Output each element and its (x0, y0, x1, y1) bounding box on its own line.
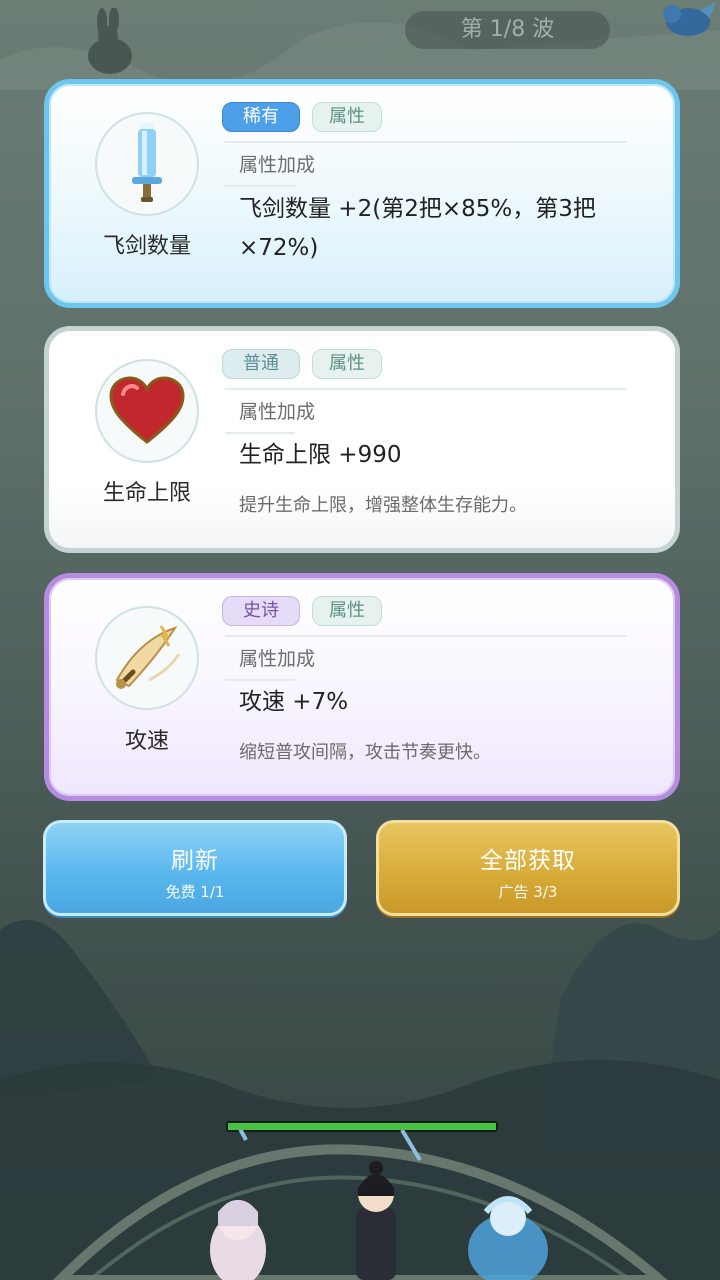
card-icon-frame (95, 112, 199, 216)
upgrade-card-flying-sword[interactable]: 飞剑数量 稀有 属性 属性加成 飞剑数量 +2(第2把×85%，第3把 ×72%… (44, 79, 680, 308)
divider (225, 635, 627, 637)
divider (225, 679, 295, 681)
card-name: 飞剑数量 (102, 234, 191, 259)
type-badge: 属性 (312, 102, 382, 132)
divider (225, 432, 295, 434)
upgrade-card-attack-speed[interactable]: 攻速 史诗 属性 属性加成 攻速 +7% 缩短普攻间隔，攻击节奏更快。 (44, 573, 680, 801)
card-description: 缩短普攻间隔，攻击节奏更快。 (239, 742, 491, 763)
divider (225, 185, 295, 187)
refresh-button-label: 刷新 (171, 848, 219, 874)
card-effect-line-1: 飞剑数量 +2(第2把×85%，第3把 (239, 196, 596, 222)
card-icon-frame (95, 359, 199, 463)
hero-left-icon (210, 1200, 266, 1280)
boss-hp-fill (228, 1123, 496, 1130)
get-all-button-label: 全部获取 (480, 848, 576, 874)
flying-sword-projectile-icon (238, 1130, 248, 1141)
get-all-button[interactable]: 全部获取 广告 3/3 (376, 820, 680, 916)
rarity-badge: 史诗 (222, 596, 300, 626)
card-name: 攻速 (124, 729, 169, 754)
rarity-badge: 普通 (222, 349, 300, 379)
wave-counter: 第 1/8 波 (405, 11, 610, 49)
flying-sword-icon (132, 123, 162, 202)
type-badge: 属性 (312, 349, 382, 379)
hero-right-icon (468, 1196, 548, 1280)
rarity-badge: 稀有 (222, 102, 300, 132)
refresh-button-count: 免费 1/1 (165, 883, 225, 901)
upgrade-card-max-hp[interactable]: 生命上限 普通 属性 属性加成 生命上限 +990 提升生命上限，增强整体生存能… (44, 326, 680, 553)
card-subtitle: 属性加成 (239, 648, 316, 670)
card-description: 提升生命上限，增强整体生存能力。 (239, 495, 527, 516)
divider (225, 388, 627, 390)
heart-icon (109, 376, 185, 444)
card-subtitle: 属性加成 (239, 154, 316, 176)
card-effect: 生命上限 +990 (239, 442, 402, 468)
card-icon-frame (95, 606, 199, 710)
get-all-button-count: 广告 3/3 (498, 883, 558, 901)
refresh-button[interactable]: 刷新 免费 1/1 (43, 820, 347, 916)
card-effect: 攻速 +7% (239, 689, 349, 715)
card-name: 生命上限 (102, 481, 191, 506)
hero-party (210, 1130, 548, 1280)
hero-center-icon (356, 1161, 396, 1280)
divider (225, 141, 627, 143)
card-effect-line-2: ×72%) (239, 235, 319, 261)
card-subtitle: 属性加成 (239, 401, 316, 423)
type-badge: 属性 (312, 596, 382, 626)
sword-slash-icon (115, 625, 181, 689)
flying-sword-projectile-icon (400, 1130, 422, 1162)
